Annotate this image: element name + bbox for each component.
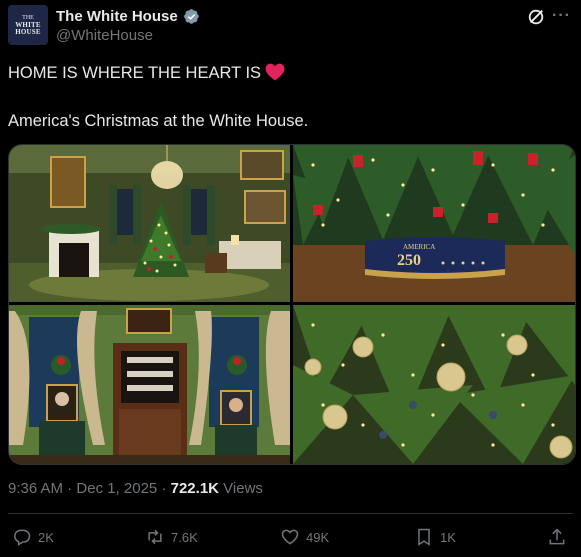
more-options-icon[interactable]: ··· bbox=[552, 7, 571, 25]
views-label: Views bbox=[223, 480, 263, 497]
like-count: 49K bbox=[306, 529, 330, 545]
post-date[interactable]: Dec 1, 2025 bbox=[76, 480, 157, 497]
bookmark-button[interactable]: 1K bbox=[414, 527, 456, 547]
share-icon bbox=[549, 528, 565, 545]
avatar[interactable]: THE WHITE HOUSE bbox=[8, 5, 48, 45]
tree-skirt-text-top: AMERICA bbox=[403, 243, 435, 251]
post-line-1: HOME IS WHERE THE HEART IS bbox=[8, 64, 262, 82]
post-time[interactable]: 9:36 AM bbox=[8, 480, 63, 497]
heart-icon bbox=[281, 529, 299, 545]
photo-portraits[interactable] bbox=[9, 305, 290, 464]
verified-badge-icon bbox=[183, 8, 199, 24]
like-button[interactable]: 49K bbox=[280, 527, 329, 547]
repost-icon bbox=[148, 529, 162, 545]
bookmark-icon bbox=[418, 528, 430, 546]
meta-separator: · bbox=[67, 480, 73, 497]
photo-ornaments[interactable] bbox=[293, 305, 575, 464]
reply-count: 2K bbox=[38, 529, 54, 545]
grok-icon[interactable] bbox=[527, 8, 545, 26]
tree-skirt-text-num: 250 bbox=[397, 252, 421, 269]
post-header: THE WHITE HOUSE The White House @WhiteHo… bbox=[8, 5, 573, 47]
media-grid: AMERICA 250 bbox=[8, 144, 576, 465]
share-button[interactable] bbox=[547, 527, 567, 547]
red-heart-icon bbox=[265, 63, 285, 81]
repost-button[interactable]: 7.6K bbox=[145, 527, 198, 547]
post-meta: 9:36 AM · Dec 1, 2025 · 722.1K Views bbox=[8, 480, 263, 497]
handle[interactable]: @WhiteHouse bbox=[56, 27, 200, 44]
divider bbox=[8, 513, 573, 514]
reply-button[interactable]: 2K bbox=[12, 527, 54, 547]
display-name[interactable]: The White House bbox=[56, 8, 178, 25]
photo-green-room[interactable] bbox=[9, 145, 290, 302]
action-bar: 2K 7.6K 49K 1K bbox=[10, 527, 571, 551]
meta-separator-2: · bbox=[161, 480, 167, 497]
photo-tree-skirt[interactable]: AMERICA 250 bbox=[293, 145, 575, 302]
avatar-text-3: HOUSE bbox=[15, 27, 41, 36]
bookmark-count: 1K bbox=[440, 529, 456, 545]
views-count: 722.1K bbox=[170, 480, 219, 497]
post-text: HOME IS WHERE THE HEART IS America's Chr… bbox=[8, 62, 568, 132]
reply-icon bbox=[14, 529, 31, 546]
post-line-2: America's Christmas at the White House. bbox=[8, 112, 309, 130]
repost-count: 7.6K bbox=[171, 529, 198, 545]
